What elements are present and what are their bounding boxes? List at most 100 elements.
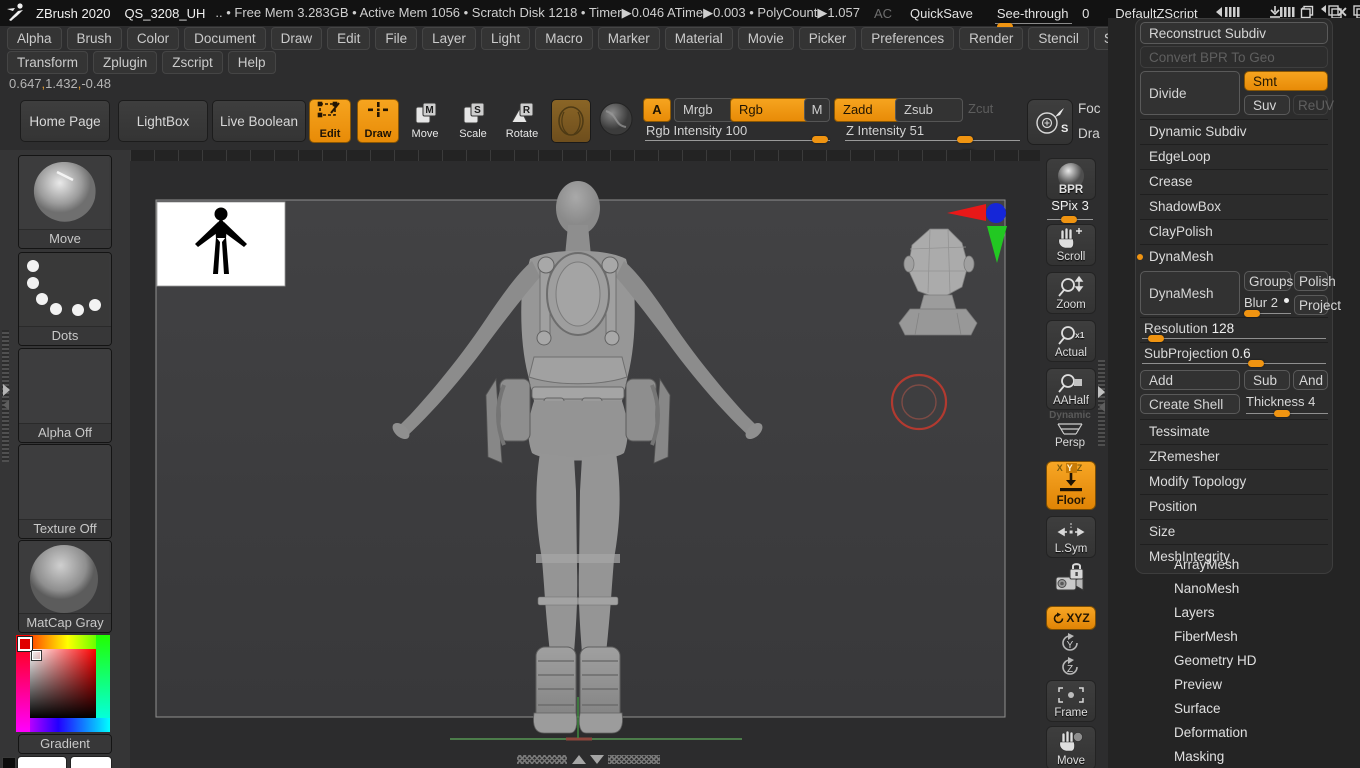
blur-slider[interactable]: Blur 2 — [1244, 295, 1291, 317]
rotate-z-button[interactable]: Z — [1046, 656, 1094, 678]
document-viewport[interactable] — [130, 161, 1040, 768]
section-modify-topology[interactable]: Modify Topology — [1140, 469, 1328, 494]
color-picker[interactable] — [16, 635, 110, 732]
floor-grid-button[interactable]: XYZ Floor — [1046, 461, 1096, 510]
z-intensity-handle[interactable] — [957, 136, 973, 143]
menu-zplugin[interactable]: Zplugin — [93, 51, 158, 74]
canvas-scroll-up-arrow[interactable] — [572, 755, 586, 764]
section-position[interactable]: Position — [1140, 494, 1328, 519]
quicksave-button[interactable]: QuickSave — [910, 6, 973, 21]
dynamesh-button[interactable]: DynaMesh — [1140, 271, 1240, 315]
groups-toggle[interactable]: Groups — [1244, 271, 1293, 291]
subpalette-nanomesh[interactable]: NanoMesh — [1135, 577, 1333, 601]
rgb-intensity-slider[interactable]: Rgb Intensity 100 — [646, 123, 747, 138]
rgb-button[interactable]: Rgb — [730, 98, 810, 122]
menu-help[interactable]: Help — [227, 51, 276, 74]
rotate-y-button[interactable]: Y — [1046, 632, 1094, 654]
stroke-selector[interactable]: Dots — [18, 252, 112, 346]
zsub-button[interactable]: Zsub — [895, 98, 963, 122]
frame-button[interactable]: Frame — [1046, 680, 1096, 722]
section-size[interactable]: Size — [1140, 519, 1328, 544]
project-toggle[interactable]: Project — [1294, 295, 1341, 315]
move-mode-button[interactable]: M Move — [406, 100, 444, 140]
stroke-lazy-button[interactable]: S — [1027, 99, 1073, 145]
subpalette-surface[interactable]: Surface — [1135, 697, 1333, 721]
home-page-button[interactable]: Home Page — [20, 100, 110, 142]
spix-handle[interactable] — [1061, 216, 1077, 223]
blur-handle[interactable] — [1244, 310, 1260, 317]
secondary-color-chip[interactable] — [2, 757, 16, 768]
subprojection-slider[interactable]: SubProjection 0.6 — [1140, 342, 1328, 367]
subpalette-fibermesh[interactable]: FiberMesh — [1135, 625, 1333, 649]
live-boolean-button[interactable]: Live Boolean — [212, 100, 306, 142]
menu-render[interactable]: Render — [959, 27, 1024, 50]
main-color-swatch[interactable] — [17, 756, 67, 768]
bpr-render-button[interactable]: BPR — [1046, 158, 1096, 200]
material-sphere-icon[interactable] — [598, 101, 634, 137]
add-mode-button[interactable]: Add — [1140, 370, 1240, 390]
lightbox-button[interactable]: LightBox — [118, 100, 208, 142]
resolution-slider[interactable]: Resolution 128 — [1140, 317, 1328, 342]
section-tessimate[interactable]: Tessimate — [1140, 419, 1328, 444]
texture-selector[interactable]: Texture Off — [18, 444, 112, 539]
alpha-selector[interactable]: Alpha Off — [18, 348, 112, 443]
subpalette-arraymesh[interactable]: ArrayMesh — [1135, 553, 1333, 577]
menu-brush[interactable]: Brush — [66, 27, 122, 50]
left-tray-collapse-arrow[interactable] — [3, 400, 9, 410]
suv-toggle[interactable]: Suv — [1244, 95, 1290, 115]
resolution-handle[interactable] — [1148, 335, 1164, 342]
document-thumbnail[interactable] — [156, 201, 286, 287]
subpalette-preview[interactable]: Preview — [1135, 673, 1333, 697]
alt-color-swatch[interactable] — [70, 756, 112, 768]
move-doc-button[interactable]: Move — [1046, 726, 1096, 768]
menu-movie[interactable]: Movie — [737, 27, 794, 50]
z-intensity-slider[interactable]: Z Intensity 51 — [846, 123, 924, 138]
menu-macro[interactable]: Macro — [535, 27, 593, 50]
and-mode-button[interactable]: And — [1293, 370, 1328, 390]
actual-size-button[interactable]: x1 Actual — [1046, 320, 1096, 362]
left-tray-expand-arrow[interactable] — [3, 384, 10, 396]
divide-button[interactable]: Divide — [1140, 71, 1240, 115]
subprojection-handle[interactable] — [1248, 360, 1264, 367]
xyz-rotate-button[interactable]: XYZ — [1046, 606, 1096, 630]
gradient-button[interactable]: Gradient — [18, 734, 112, 754]
section-claypolish[interactable]: ClayPolish — [1140, 219, 1328, 244]
section-dynamesh[interactable]: DynaMesh — [1137, 244, 1328, 269]
zadd-button[interactable]: Zadd — [834, 98, 900, 122]
subpalette-masking[interactable]: Masking — [1135, 745, 1333, 768]
canvas-scroll-down-arrow[interactable] — [590, 755, 604, 764]
thickness-slider[interactable]: Thickness 4 — [1246, 394, 1328, 417]
canvas-area[interactable] — [130, 150, 1040, 768]
hue-border-bottom[interactable] — [16, 718, 110, 732]
menu-layer[interactable]: Layer — [422, 27, 476, 50]
see-through-slider[interactable]: See-through 0 — [994, 5, 1089, 30]
section-shadowbox[interactable]: ShadowBox — [1140, 194, 1328, 219]
menu-color[interactable]: Color — [126, 27, 180, 50]
local-symmetry-button[interactable]: L.Sym — [1046, 516, 1096, 558]
aahalf-button[interactable]: AAHalf — [1046, 368, 1096, 410]
m-button[interactable]: M — [804, 98, 830, 122]
rgb-intensity-handle[interactable] — [812, 136, 828, 143]
brush-selector[interactable]: Move — [18, 155, 112, 249]
menu-stencil[interactable]: Stencil — [1028, 27, 1089, 50]
menu-edit[interactable]: Edit — [327, 27, 371, 50]
menu-preferences[interactable]: Preferences — [861, 27, 955, 50]
smt-toggle[interactable]: Smt — [1244, 71, 1328, 91]
camera-lock-button[interactable] — [1046, 560, 1094, 598]
create-shell-button[interactable]: Create Shell — [1140, 394, 1240, 414]
right-tray-collapse-arrow[interactable] — [1099, 402, 1105, 412]
right-tray-expand-arrow[interactable] — [1098, 386, 1105, 398]
subpalette-deformation[interactable]: Deformation — [1135, 721, 1333, 745]
section-zremesher[interactable]: ZRemesher — [1140, 444, 1328, 469]
mrgb-button[interactable]: Mrgb — [674, 98, 734, 122]
menu-draw[interactable]: Draw — [270, 27, 323, 50]
menu-light[interactable]: Light — [480, 27, 531, 50]
scale-mode-button[interactable]: S Scale — [454, 100, 492, 140]
canvas-hscrollbar-left[interactable] — [517, 755, 567, 764]
subpalette-layers[interactable]: Layers — [1135, 601, 1333, 625]
menu-material[interactable]: Material — [664, 27, 733, 50]
section-dynamic-subdiv[interactable]: Dynamic Subdiv — [1140, 119, 1328, 144]
menu-alpha[interactable]: Alpha — [7, 27, 62, 50]
menu-document[interactable]: Document — [184, 27, 266, 50]
section-edgeloop[interactable]: EdgeLoop — [1140, 144, 1328, 169]
